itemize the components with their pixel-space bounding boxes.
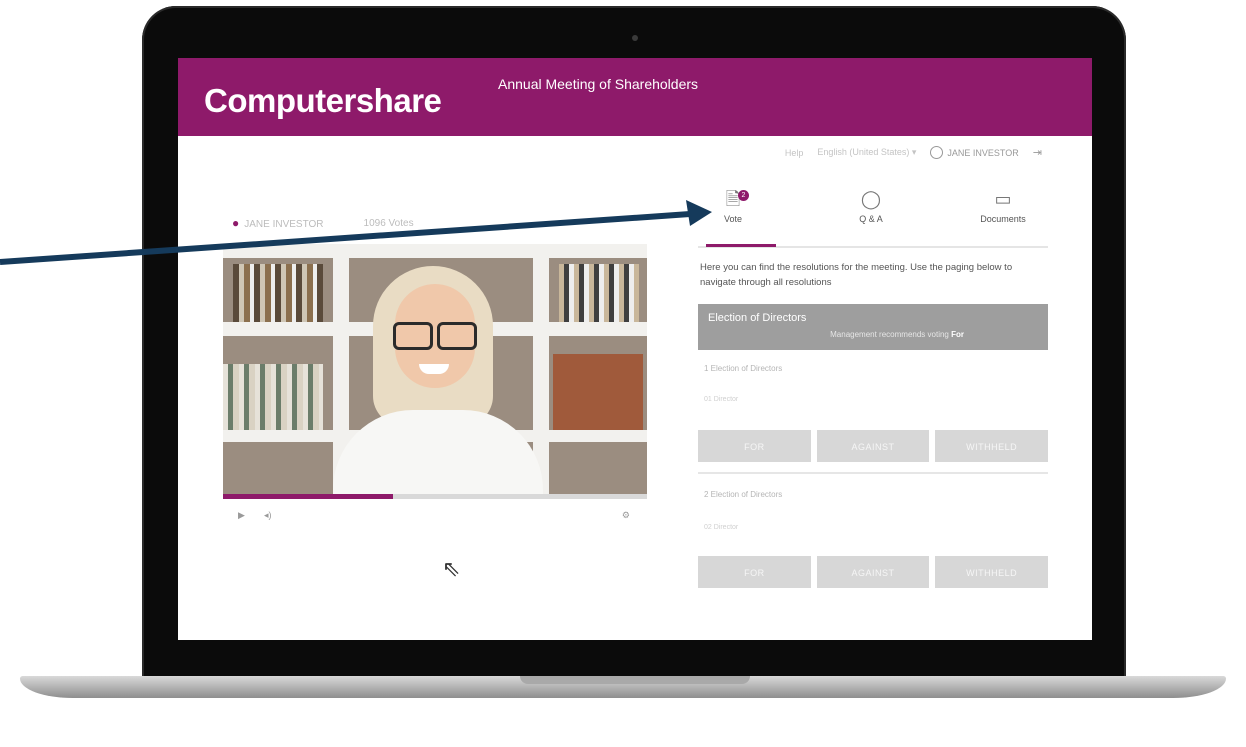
arrow-line bbox=[0, 211, 691, 265]
arrow-head-icon bbox=[686, 200, 712, 226]
callout-arrow bbox=[0, 200, 712, 265]
